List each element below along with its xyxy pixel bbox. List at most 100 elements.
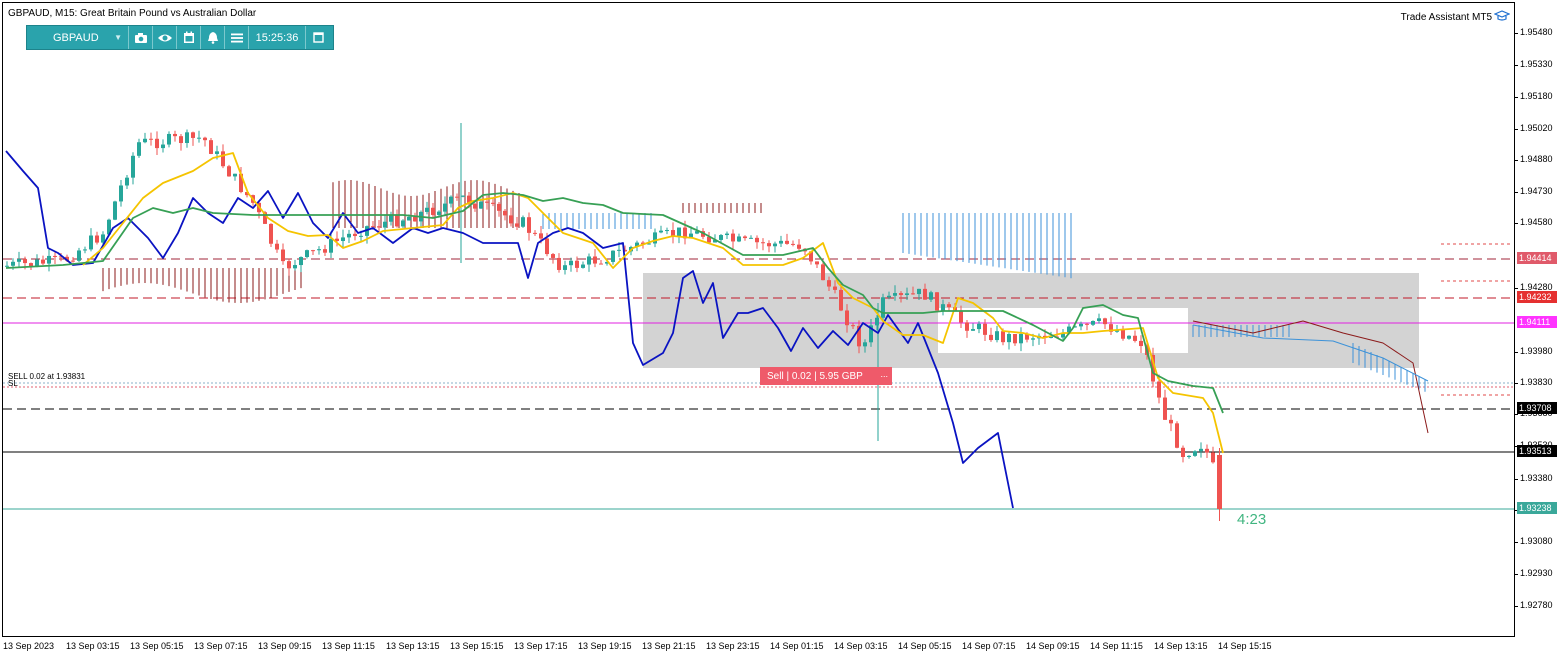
candle-body xyxy=(347,233,351,238)
candle-body xyxy=(353,233,357,237)
candle-body xyxy=(1091,320,1095,325)
time-tick: 13 Sep 23:15 xyxy=(706,641,760,651)
candle-body xyxy=(533,232,537,234)
candle-body xyxy=(779,240,783,244)
candle-body xyxy=(455,196,459,198)
candle-body xyxy=(947,304,951,308)
candle-body xyxy=(221,151,225,167)
candle-body xyxy=(899,293,903,295)
candle-body xyxy=(515,223,519,227)
candle-body xyxy=(893,293,897,296)
time-tick: 13 Sep 05:15 xyxy=(130,641,184,651)
time-tick: 14 Sep 03:15 xyxy=(834,641,888,651)
time-tick: 13 Sep 07:15 xyxy=(194,641,248,651)
candle-body xyxy=(233,173,237,177)
view-button[interactable] xyxy=(153,26,177,49)
candle-body xyxy=(113,201,117,220)
price-level-label: 1.93238 xyxy=(1517,502,1557,514)
candle-body xyxy=(161,144,165,149)
price-tick: 1.94730 xyxy=(1515,186,1567,196)
candle-body xyxy=(911,293,915,295)
candle-body xyxy=(311,250,315,252)
close-position-button[interactable]: ... xyxy=(880,369,888,379)
candle-body xyxy=(1127,335,1131,339)
time-tick: 13 Sep 2023 xyxy=(3,641,55,651)
candle-body xyxy=(1181,447,1185,458)
candle-body xyxy=(539,233,543,239)
time-tick: 13 Sep 17:15 xyxy=(514,641,568,651)
candle-body xyxy=(449,196,453,204)
candle-body xyxy=(1001,331,1005,343)
window-button[interactable] xyxy=(306,26,330,49)
candle-body xyxy=(77,250,81,261)
time-tick: 14 Sep 11:15 xyxy=(1090,641,1143,651)
time-tick: 13 Sep 13:15 xyxy=(386,641,440,651)
candle-body xyxy=(593,256,597,264)
candle-body xyxy=(503,210,507,216)
candle-body xyxy=(791,243,795,245)
price-tick: 1.92930 xyxy=(1515,568,1567,578)
candle-body xyxy=(881,297,885,318)
price-level-label: 1.93708 xyxy=(1517,402,1557,414)
candle-body xyxy=(323,249,327,253)
candle-body xyxy=(53,255,57,257)
candle-body xyxy=(125,177,129,186)
time-tick: 14 Sep 15:15 xyxy=(1218,641,1272,651)
candle-body xyxy=(677,227,681,237)
time-tick: 14 Sep 01:15 xyxy=(770,641,824,651)
candle-body xyxy=(995,331,999,341)
candle-body xyxy=(611,250,615,262)
candle-body xyxy=(215,151,219,154)
price-tick: 1.92780 xyxy=(1515,600,1567,610)
price-level-label: 1.94414 xyxy=(1517,252,1557,264)
candle-body xyxy=(1169,419,1173,424)
trade-assistant-label[interactable]: Trade Assistant MT5 xyxy=(1401,12,1492,23)
price-level-label: 1.93513 xyxy=(1517,445,1557,457)
candle-body xyxy=(305,250,309,258)
symbol-selector[interactable]: GBPAUD ▼ xyxy=(27,26,129,49)
alert-button[interactable] xyxy=(201,26,225,49)
candle-body xyxy=(359,235,363,237)
chart-area[interactable]: GBPAUD, M15: Great Britain Pound vs Aust… xyxy=(2,2,1515,637)
candle-body xyxy=(965,322,969,331)
candle-body xyxy=(521,217,525,227)
time-tick: 13 Sep 15:15 xyxy=(450,641,504,651)
candle-body xyxy=(371,226,375,228)
candle-body xyxy=(719,235,723,240)
candle-body xyxy=(923,288,927,300)
candle-body xyxy=(197,137,201,139)
price-chart[interactable] xyxy=(3,3,1515,637)
time-tick: 13 Sep 19:15 xyxy=(578,641,632,651)
graduation-cap-icon[interactable] xyxy=(1494,9,1510,23)
candle-body xyxy=(203,137,207,141)
calendar-button[interactable] xyxy=(177,26,201,49)
candle-body xyxy=(281,249,285,262)
price-tick: 1.95020 xyxy=(1515,123,1567,133)
candle-body xyxy=(1205,448,1209,453)
time-tick: 13 Sep 09:15 xyxy=(258,641,312,651)
candle-body xyxy=(1163,397,1167,420)
sell-position-badge[interactable]: Sell | 0.02 | 5.95 GBP ... xyxy=(760,367,892,385)
calendar-icon xyxy=(183,31,194,43)
candle-body xyxy=(1211,452,1215,463)
candle-body xyxy=(5,265,9,267)
candle-body xyxy=(527,217,531,233)
screenshot-button[interactable] xyxy=(129,26,153,49)
candle-body xyxy=(743,236,747,239)
price-tick: 1.93080 xyxy=(1515,536,1567,546)
candle-body xyxy=(935,292,939,311)
candle-body xyxy=(167,133,171,145)
menu-button[interactable] xyxy=(225,26,249,49)
candle-body xyxy=(155,138,159,149)
candle-body xyxy=(851,325,855,327)
candle-body xyxy=(425,207,429,212)
candle-body xyxy=(47,255,51,264)
candle-body xyxy=(545,238,549,255)
camera-icon xyxy=(134,32,147,43)
time-tick: 13 Sep 11:15 xyxy=(322,641,375,651)
candle-body xyxy=(179,136,183,144)
candle-body xyxy=(173,133,177,137)
candle-body xyxy=(149,138,153,140)
candle-body xyxy=(833,286,837,290)
candle-body xyxy=(395,214,399,227)
